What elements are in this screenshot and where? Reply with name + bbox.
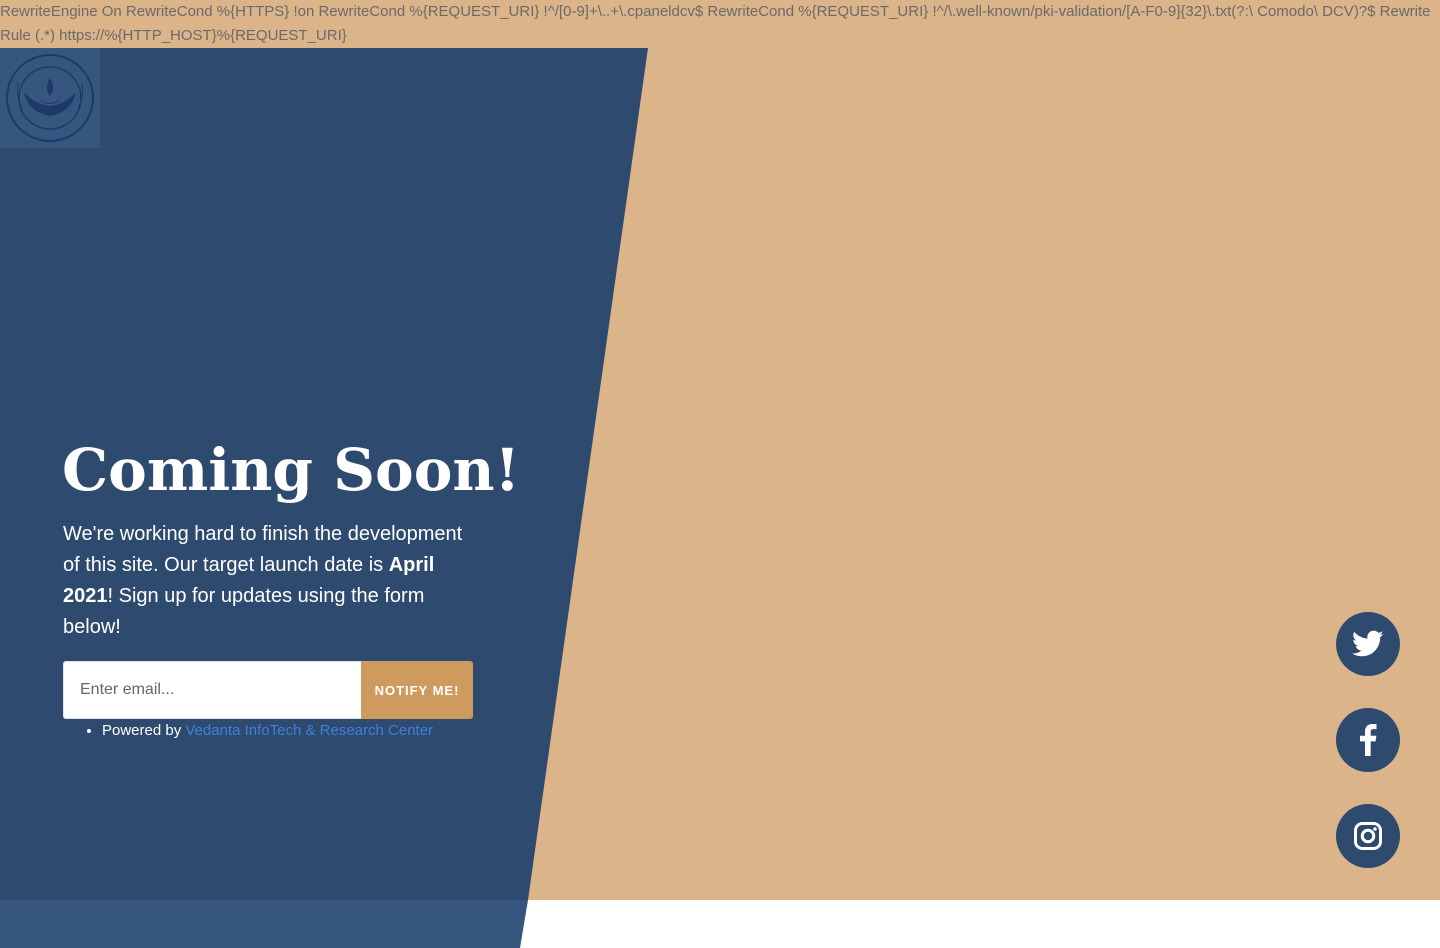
page-title: Coming Soon! — [62, 436, 521, 504]
instagram-icon — [1354, 822, 1382, 850]
emblem-icon — [6, 54, 94, 142]
twitter-button[interactable] — [1336, 612, 1400, 676]
bottom-panel-edge — [0, 900, 528, 948]
rewrite-rules-text: RewriteEngine On RewriteCond %{HTTPS} !o… — [0, 0, 1440, 48]
notify-button[interactable]: NOTIFY ME! — [361, 661, 473, 719]
signup-form: NOTIFY ME! — [63, 661, 473, 719]
description-text-end: ! Sign up for updates using the form bel… — [63, 585, 425, 638]
powered-by-list: Powered by Vedanta InfoTech & Research C… — [102, 720, 433, 742]
facebook-icon — [1360, 724, 1377, 756]
launch-description: We're working hard to finish the develop… — [63, 519, 483, 643]
twitter-icon — [1352, 630, 1384, 657]
powered-by-item: Powered by Vedanta InfoTech & Research C… — [102, 720, 433, 742]
powered-by-link[interactable]: Vedanta InfoTech & Research Center — [185, 722, 433, 739]
facebook-button[interactable] — [1336, 708, 1400, 772]
instagram-button[interactable] — [1336, 804, 1400, 868]
email-input[interactable] — [63, 661, 361, 719]
site-logo[interactable] — [0, 48, 100, 148]
powered-by-label: Powered by — [102, 722, 186, 739]
